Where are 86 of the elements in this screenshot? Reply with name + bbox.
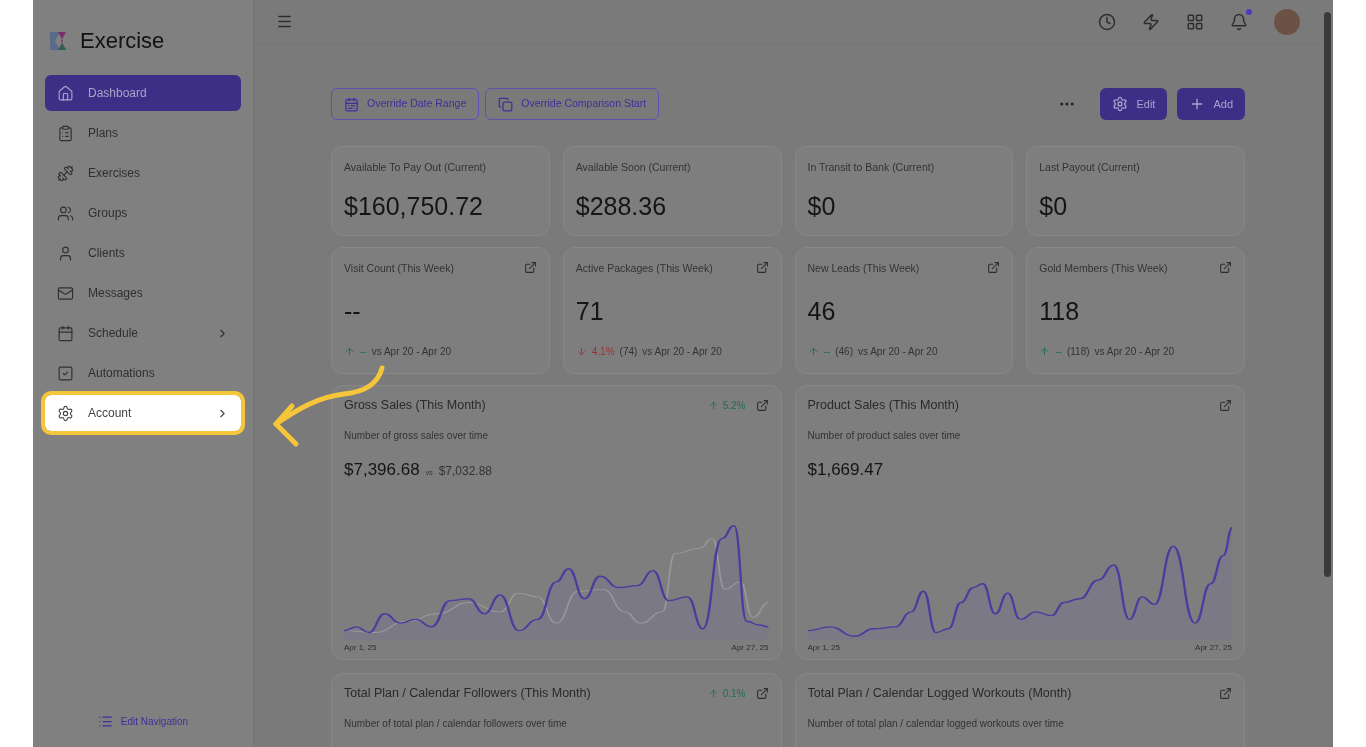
checkbox-icon xyxy=(57,364,74,382)
stat-label: Available Soon (Current) xyxy=(575,160,692,175)
chart-title: Product Sales (This Month) xyxy=(807,397,960,414)
previous-value: (74) xyxy=(619,345,638,359)
sidebar-item[interactable]: Dashboard xyxy=(45,75,241,111)
axis-start-label: Apr 1, 25 xyxy=(807,642,840,655)
clock-icon[interactable] xyxy=(1098,12,1116,31)
sidebar-item[interactable]: Clients xyxy=(45,235,241,271)
stat-value: $288.36 xyxy=(575,190,668,222)
add-button[interactable]: Add xyxy=(1177,88,1245,120)
chart-title: Total Plan / Calendar Followers (This Month) xyxy=(344,685,592,702)
menu-icon[interactable] xyxy=(276,13,293,30)
stat-value: $0 xyxy=(1039,190,1069,222)
home-icon xyxy=(57,84,74,102)
comparison-range: vs Apr 20 - Apr 20 xyxy=(857,345,938,359)
external-link-icon[interactable] xyxy=(1219,686,1232,700)
filter-button[interactable]: Override Comparison Start xyxy=(485,88,660,120)
change-value: -- xyxy=(360,345,367,359)
axis-end-label: Apr 27, 25 xyxy=(731,642,769,655)
chart-value: $7,396.68 xyxy=(344,458,420,481)
change-value: 5.2% xyxy=(722,398,746,413)
stat-value: 71 xyxy=(575,295,605,327)
apps-grid-icon[interactable] xyxy=(1186,12,1204,31)
external-link-icon[interactable] xyxy=(755,261,769,274)
chart-subtitle: Number of total plan / calendar followers over time xyxy=(344,716,568,731)
clipboard-icon xyxy=(57,124,74,142)
comparison-value: $7,032.88 xyxy=(438,462,493,480)
lightning-icon[interactable] xyxy=(1142,12,1160,31)
stat-value: -- xyxy=(344,295,362,327)
edit-button[interactable]: Edit xyxy=(1100,88,1168,120)
change-value: -- xyxy=(1055,345,1062,359)
stat-label: Available To Pay Out (Current) xyxy=(344,160,487,175)
sidebar-item[interactable]: Groups xyxy=(45,195,241,231)
up-arrow-icon xyxy=(707,399,719,411)
stat-label: In Transit to Bank (Current) xyxy=(807,160,936,175)
sidebar-item[interactable]: Schedule xyxy=(45,315,241,351)
sidebar-item[interactable]: Automations xyxy=(45,355,241,391)
list-icon xyxy=(97,714,113,729)
external-link-icon[interactable] xyxy=(1219,398,1232,412)
external-link-icon[interactable] xyxy=(987,261,1001,274)
sidebar-item[interactable]: Exercises xyxy=(45,155,241,191)
comparison-range: vs Apr 20 - Apr 20 xyxy=(642,345,722,359)
change-value: -- xyxy=(823,345,831,359)
external-link-icon[interactable] xyxy=(523,261,537,274)
calendar-icon xyxy=(57,324,74,342)
settings-icon xyxy=(1112,96,1129,112)
comparison-range: vs Apr 20 - Apr 20 xyxy=(1094,345,1175,359)
up-arrow-icon xyxy=(707,687,719,699)
sidebar-item[interactable]: Plans xyxy=(45,115,241,151)
people-icon xyxy=(57,204,74,222)
stat-label: Active Packages (This Week) xyxy=(575,261,713,276)
chart-title: Gross Sales (This Month) xyxy=(344,397,487,414)
stat-label: Gold Members (This Week) xyxy=(1039,261,1168,276)
external-link-icon[interactable] xyxy=(755,398,769,412)
stat-value: $0 xyxy=(807,190,837,222)
chart-title: Total Plan / Calendar Logged Workouts (Month) xyxy=(807,685,1073,702)
axis-start-label: Apr 1, 25 xyxy=(344,642,377,655)
stat-label: Last Payout (Current) xyxy=(1039,160,1141,175)
previous-value: (118) xyxy=(1066,345,1090,359)
change-value: 4.1% xyxy=(591,345,615,359)
envelope-icon xyxy=(57,284,74,302)
app-name: Exercise xyxy=(80,27,165,55)
notification-icon[interactable] xyxy=(1230,12,1248,31)
previous-value: (46) xyxy=(835,345,853,359)
change-value: 0.1% xyxy=(722,686,746,701)
chart-value: $1,669.47 xyxy=(807,458,884,481)
person-icon xyxy=(57,244,74,262)
external-link-icon[interactable] xyxy=(755,686,769,700)
comparison-range: vs Apr 20 - Apr 20 xyxy=(371,345,452,359)
chart-subtitle: Number of total plan / calendar logged workouts over time xyxy=(807,716,1065,731)
calendars-icon xyxy=(498,96,514,112)
calendar-icon xyxy=(344,96,359,112)
stat-value: 118 xyxy=(1039,295,1081,327)
stat-value: 46 xyxy=(807,295,837,327)
chart-subtitle: Number of product sales over time xyxy=(807,428,962,443)
stat-label: New Leads (This Week) xyxy=(807,261,920,276)
axis-end-label: Apr 27, 25 xyxy=(1195,642,1232,655)
chart-subtitle: Number of gross sales over time xyxy=(344,428,489,443)
settings-icon xyxy=(57,404,74,422)
external-link-icon[interactable] xyxy=(1219,261,1232,274)
edit-navigation-link[interactable]: Edit Navigation xyxy=(97,714,189,729)
stat-label: Visit Count (This Week) xyxy=(344,261,454,276)
sidebar-item[interactable]: Messages xyxy=(45,275,241,311)
dumbbell-icon xyxy=(57,164,74,182)
stat-value: $160,750.72 xyxy=(344,190,485,222)
filter-button[interactable]: Override Date Range xyxy=(331,88,480,120)
